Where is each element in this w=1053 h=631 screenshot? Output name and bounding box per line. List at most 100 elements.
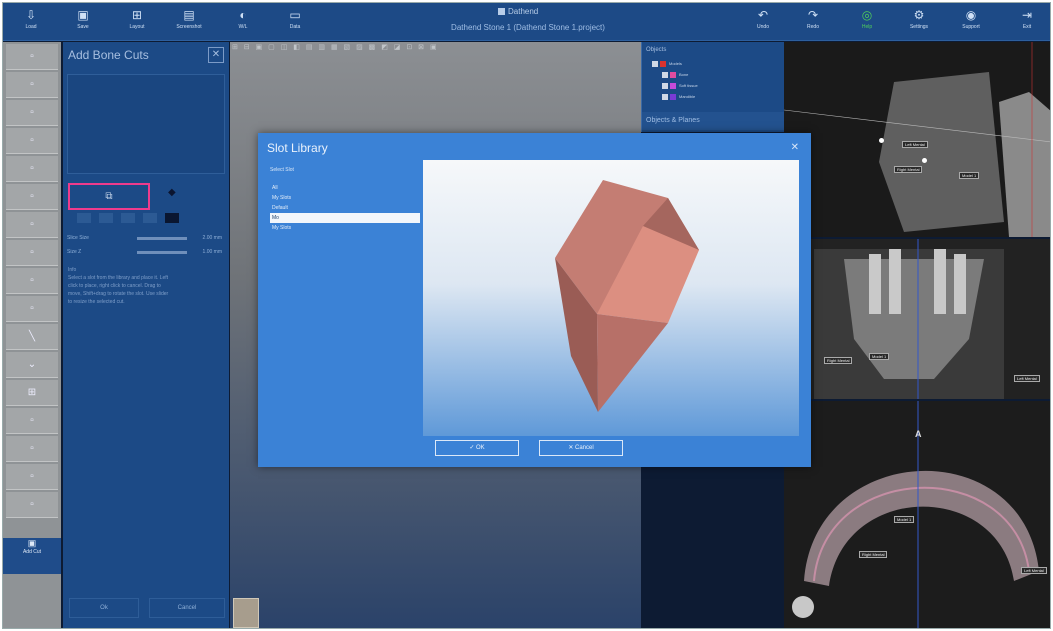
objects-title: Objects [646,47,667,53]
slot-list-item[interactable]: Default [270,203,420,213]
redo-button[interactable]: ↷ Redo [795,7,831,37]
tool-button[interactable] [143,213,157,223]
sagittal-view[interactable]: Left Mental Right Mental Model 1 [784,42,1050,237]
orientation-marker: A [915,429,922,439]
slot-preview[interactable] [423,160,799,436]
save-icon: ▣ [77,8,89,22]
cube-icon[interactable]: ◆ [168,187,176,198]
rail-item[interactable]: ▫ [6,128,58,154]
rail-item[interactable]: ▫ [6,296,58,322]
rail-item-add-cut[interactable]: ▣ Add Cut [3,538,61,574]
tool-button[interactable] [77,213,91,223]
slot-list-item[interactable]: All [270,183,420,193]
info-text: Info Select a slot from the library and … [68,267,169,305]
support-button[interactable]: ◉ Support [953,7,989,37]
app-window: Dathend Dathend Stone 1 (Dathend Stone 1… [2,2,1051,629]
tool-button[interactable] [121,213,135,223]
cut-tools-row [77,210,217,224]
axial-view[interactable]: A Model 1 Right Mental Left Mental [784,401,1050,628]
screenshot-button[interactable]: ▤ Screenshot [171,7,207,37]
add-slot-button[interactable]: ⧉ [68,183,150,210]
ok-button[interactable]: Ok [69,598,139,618]
annotation-label: Left Mental [1021,567,1047,574]
rail-item[interactable]: ▫ [6,44,58,70]
panel-close-button[interactable]: ✕ [208,47,224,63]
rail-item[interactable]: ▫ [6,212,58,238]
help-icon: ◎ [861,8,873,22]
copy-icon: ⧉ [105,191,113,202]
exit-button[interactable]: ⇥ Exit [1009,7,1045,37]
support-icon: ◉ [965,8,977,22]
layout-icon: ⊞ [131,8,143,22]
slot-list-label: Select Slot [270,167,294,173]
rail-item[interactable]: ▫ [6,156,58,182]
cuts-list[interactable] [67,74,225,174]
annotation-label: Left Mental [1014,375,1040,382]
slot-list-item-selected[interactable]: Mo [270,213,420,223]
rail-item[interactable]: ▫ [6,436,58,462]
dialog-title: Slot Library [267,141,328,155]
slot-list-item[interactable]: My Slots [270,223,420,233]
save-button[interactable]: ▣ Save [65,7,101,37]
layout-button[interactable]: ⊞ Layout [119,7,155,37]
annotation-label: Model 1 [869,353,890,360]
rail-item[interactable]: ▫ [6,100,58,126]
settings-button[interactable]: ⚙ Settings [901,7,937,37]
delete-tool-button[interactable] [165,213,179,223]
object-row[interactable]: Mandible [662,94,695,100]
dialog-cancel-button[interactable]: ✕ Cancel [539,440,623,456]
dialog-ok-button[interactable]: ✓ OK [435,440,519,456]
data-icon: ▭ [289,8,301,22]
rail-item[interactable]: ▫ [6,268,58,294]
rail-item[interactable]: ▫ [6,464,58,490]
cancel-button[interactable]: Cancel [149,598,225,618]
rail-item[interactable]: ▫ [6,492,58,518]
view-toolbar-strip[interactable]: ⊞ ⊟ ▣ ▢ ◫ ◧ ▤ ▥ ▦ ▧ ▨ ▩ ◩ ◪ ⊡ ⊠ ▣ [232,43,452,53]
undo-icon: ↶ [757,8,769,22]
slice-size-slider[interactable]: Slice Size 2.00 mm [67,235,222,241]
slot-list-item[interactable]: My Slots [270,193,420,203]
app-logo: Dathend [498,7,538,16]
contrast-icon: ◐ [239,8,247,22]
size-z-slider[interactable]: Size Z 1.00 mm [67,249,222,255]
contrast-button[interactable]: ◐ W/L [225,7,261,37]
slot-list: All My Slots Default Mo My Slots [270,183,420,233]
object-row[interactable]: Bone [662,72,688,78]
rail-item[interactable]: ▫ [6,408,58,434]
data-button[interactable]: ▭ Data [277,7,313,37]
coronal-view[interactable]: Right Mental Model 1 Left Mental [784,239,1050,399]
screenshot-icon: ▤ [183,8,195,22]
bone-cuts-panel: Add Bone Cuts ✕ ⧉ ◆ Slice Size 2.00 mm Si… [63,42,229,628]
help-button[interactable]: ◎ Help [849,7,885,37]
objects-planes-section[interactable]: Objects & Planes [642,112,785,130]
rail-item[interactable]: ▫ [6,240,58,266]
exit-icon: ⇥ [1021,8,1033,22]
orientation-widget[interactable] [792,596,814,618]
annotation-label: Right Mental [859,551,888,558]
main-toolbar: Dathend Dathend Stone 1 (Dathend Stone 1… [3,3,1050,41]
landmark-point[interactable] [879,138,884,143]
annotation-label: Right Mental [894,166,923,173]
panel-title: Add Bone Cuts [68,48,149,62]
load-button[interactable]: ⇩ Load [13,7,49,37]
landmark-point[interactable] [922,158,927,163]
object-row[interactable]: Soft tissue [662,83,698,89]
dialog-close-button[interactable]: ✕ [791,142,799,153]
tool-rail: ▫ ▫ ▫ ▫ ▫ ▫ ▫ ▫ ▫ ▫ ╲ ⌄ ⊞ ▫ ▫ ▫ ▫ ▣ Add … [3,42,61,628]
rail-item[interactable]: ⊞ [6,380,58,406]
rail-item[interactable]: ╲ [6,324,58,350]
rail-item[interactable]: ▫ [6,72,58,98]
rail-item[interactable]: ▫ [6,184,58,210]
slot-shape-preview [555,180,699,412]
undo-button[interactable]: ↶ Undo [745,7,781,37]
settings-icon: ⚙ [913,8,925,22]
orientation-thumbnail[interactable] [233,598,259,628]
annotation-label: Right Mental [824,357,853,364]
load-icon: ⇩ [25,8,37,22]
tool-button[interactable] [99,213,113,223]
object-row[interactable]: Models [652,61,682,67]
redo-icon: ↷ [807,8,819,22]
annotation-label: Model 1 [959,172,980,179]
objects-panel: Objects Models Bone Soft tissue Mandible… [641,42,785,132]
rail-item[interactable]: ⌄ [6,352,58,378]
